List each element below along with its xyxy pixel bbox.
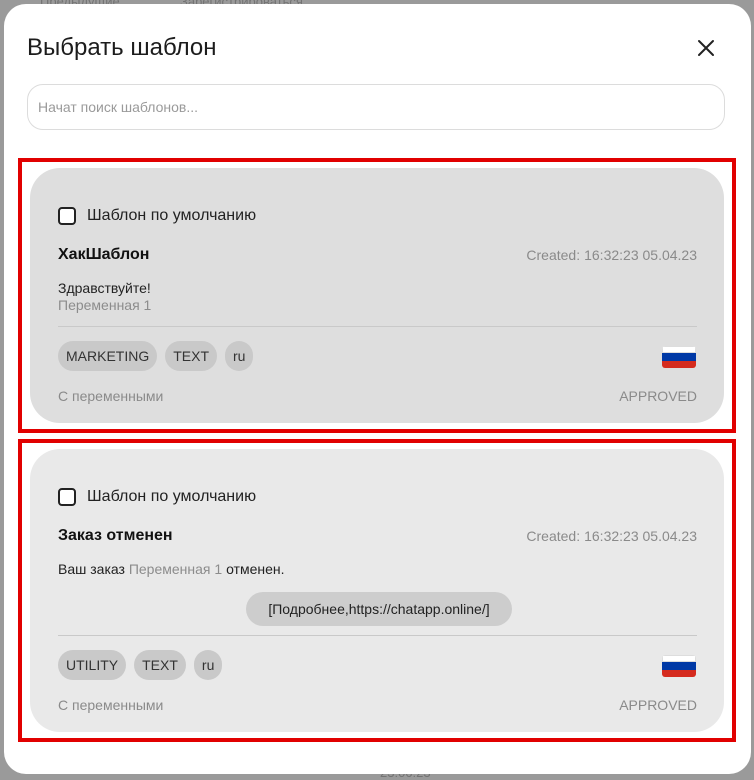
created-timestamp: Created: 16:32:23 05.04.23 bbox=[522, 247, 697, 263]
template-card-frame: Шаблон по умолчанию Заказ отменен Create… bbox=[18, 439, 736, 742]
tag-type: TEXT bbox=[165, 341, 218, 371]
template-card-frame: Шаблон по умолчанию ХакШаблон Created: 16… bbox=[18, 158, 736, 433]
template-card[interactable]: Шаблон по умолчанию ХакШаблон Created: 16… bbox=[30, 168, 724, 423]
close-button[interactable] bbox=[692, 34, 720, 62]
tag-category: MARKETING bbox=[58, 341, 158, 371]
select-template-modal: Выбрать шаблон Шаблон по умолчанию ХакШа… bbox=[4, 4, 751, 774]
divider bbox=[58, 635, 697, 636]
russia-flag-icon bbox=[662, 346, 696, 368]
template-body: Ваш заказ Переменная 1 отменен. bbox=[58, 561, 285, 578]
variables-note: С переменными bbox=[58, 697, 164, 713]
tag-list: MARKETING TEXT ru bbox=[58, 341, 254, 371]
variables-note: С переменными bbox=[58, 388, 164, 404]
created-value: 16:32:23 05.04.23 bbox=[584, 528, 697, 544]
checkbox-label: Шаблон по умолчанию bbox=[87, 207, 257, 224]
divider bbox=[58, 326, 697, 327]
body-text-before: Ваш заказ bbox=[58, 561, 125, 577]
body-line: Здравствуйте! bbox=[58, 280, 151, 296]
checkbox[interactable] bbox=[58, 488, 76, 506]
template-url-button[interactable]: [Подробнее,https://chatapp.online/] bbox=[246, 592, 512, 626]
search-input[interactable] bbox=[27, 84, 725, 130]
tag-language: ru bbox=[225, 341, 254, 371]
modal-title: Выбрать шаблон bbox=[27, 34, 217, 61]
tag-list: UTILITY TEXT ru bbox=[58, 650, 223, 680]
status-badge: APPROVED bbox=[619, 697, 697, 713]
default-template-checkbox[interactable]: Шаблон по умолчанию bbox=[58, 488, 256, 506]
checkbox[interactable] bbox=[58, 207, 76, 225]
template-name: Заказ отменен bbox=[58, 527, 173, 544]
created-prefix: Created: bbox=[526, 528, 581, 544]
body-text-after: отменен. bbox=[226, 561, 285, 577]
template-card[interactable]: Шаблон по умолчанию Заказ отменен Create… bbox=[30, 449, 724, 732]
tag-category: UTILITY bbox=[58, 650, 127, 680]
close-icon bbox=[698, 40, 714, 56]
created-value: 16:32:23 05.04.23 bbox=[584, 247, 697, 263]
tag-language: ru bbox=[193, 650, 223, 680]
template-name: ХакШаблон bbox=[58, 246, 150, 263]
template-body: Здравствуйте! Переменная 1 bbox=[58, 280, 151, 314]
tag-type: TEXT bbox=[134, 650, 186, 680]
default-template-checkbox[interactable]: Шаблон по умолчанию bbox=[58, 207, 256, 225]
status-badge: APPROVED bbox=[619, 388, 697, 404]
body-variable: Переменная 1 bbox=[128, 561, 223, 577]
created-timestamp: Created: 16:32:23 05.04.23 bbox=[522, 528, 697, 544]
checkbox-label: Шаблон по умолчанию bbox=[87, 488, 257, 505]
created-prefix: Created: bbox=[526, 247, 581, 263]
russia-flag-icon bbox=[662, 655, 696, 677]
body-variable: Переменная 1 bbox=[58, 297, 152, 313]
